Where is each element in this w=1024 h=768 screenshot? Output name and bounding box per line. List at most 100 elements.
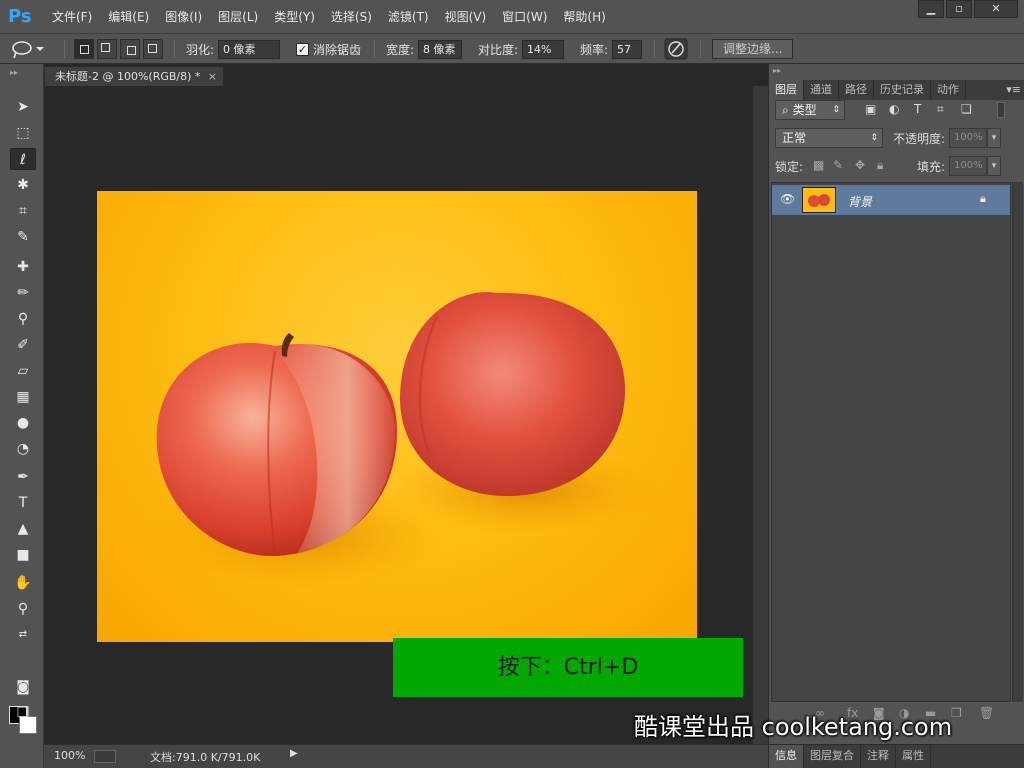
menu-image[interactable]: 图像(I) — [157, 9, 210, 25]
magic-wand-tool-icon[interactable]: ✱ — [10, 174, 36, 196]
filter-type-icon[interactable]: T — [914, 102, 921, 116]
close-button[interactable]: ✕ — [974, 0, 1018, 18]
screen-mode-icon[interactable]: ❐ — [10, 702, 36, 724]
eraser-tool-icon[interactable]: ▱ — [10, 360, 36, 382]
blend-mode-value: 正常 — [782, 131, 807, 145]
fill-dropdown-icon[interactable]: ▾ — [987, 156, 1001, 176]
swap-colors-icon[interactable]: ⇄ — [10, 624, 36, 646]
healing-brush-tool-icon[interactable]: ✚ — [10, 256, 36, 278]
tool-preset-picker[interactable] — [6, 34, 46, 64]
layer-filter-value: 类型 — [792, 103, 817, 117]
menu-type[interactable]: 类型(Y) — [266, 9, 323, 25]
filter-toggle[interactable] — [997, 102, 1005, 118]
filter-pixel-icon[interactable]: ▣ — [865, 102, 876, 116]
vertical-scrollbar[interactable] — [752, 86, 768, 744]
tab-paths[interactable]: 路径 — [839, 80, 874, 100]
layer-name[interactable]: 背景 — [848, 193, 872, 210]
magnetic-lasso-icon — [12, 41, 44, 59]
intersect-selection-button[interactable] — [143, 39, 163, 59]
hand-tool-icon[interactable]: ✋ — [10, 572, 36, 594]
lock-all-icon[interactable]: 🔒︎ — [877, 158, 883, 173]
marquee-tool-icon[interactable]: ⬚ — [10, 122, 36, 144]
tab-notes[interactable]: 注释 — [861, 745, 896, 768]
zoom-tool-icon[interactable]: ⚲ — [10, 598, 36, 620]
tab-layers[interactable]: 图层 — [769, 80, 804, 100]
contrast-input[interactable]: 14% — [522, 39, 565, 59]
history-brush-tool-icon[interactable]: ✐ — [10, 334, 36, 356]
minimize-button[interactable]: ▁ — [918, 0, 944, 18]
separator — [700, 40, 701, 58]
filter-smart-object-icon[interactable]: ❏ — [961, 102, 972, 116]
fill-input[interactable]: 100% — [949, 156, 987, 176]
selection-mode-group — [74, 34, 166, 64]
quick-mask-icon[interactable]: ◙ — [10, 676, 36, 698]
pen-pressure-button[interactable] — [664, 34, 688, 64]
separator — [374, 40, 375, 58]
new-selection-button[interactable] — [74, 39, 94, 59]
subtract-selection-button[interactable] — [120, 39, 140, 59]
layer-filter-select[interactable]: ⌕ 类型 ⇕ — [775, 100, 845, 120]
brush-tool-icon[interactable]: ✏ — [10, 282, 36, 304]
clone-stamp-tool-icon[interactable]: ⚲ — [10, 308, 36, 330]
opacity-dropdown-icon[interactable]: ▾ — [987, 128, 1001, 148]
gradient-tool-icon[interactable]: ▦ — [10, 386, 36, 408]
width-input[interactable]: 8 像素 — [418, 39, 463, 59]
status-preview-icon[interactable] — [94, 750, 116, 763]
lock-position-icon[interactable]: ✥ — [855, 158, 865, 172]
antialias-checkbox[interactable]: ✓ — [296, 42, 309, 56]
filter-adjustment-icon[interactable]: ◐ — [889, 102, 899, 116]
crop-tool-icon[interactable]: ⌗ — [10, 200, 36, 222]
move-tool-icon[interactable]: ➤ — [10, 96, 36, 118]
menu-layer[interactable]: 图层(L) — [210, 9, 266, 25]
fill-label: 填充: — [917, 160, 946, 174]
delete-layer-icon[interactable]: 🗑︎ — [979, 706, 994, 720]
layers-scrollbar[interactable] — [1012, 182, 1023, 702]
menu-file[interactable]: 文件(F) — [44, 9, 100, 25]
menu-select[interactable]: 选择(S) — [323, 9, 380, 25]
zoom-level[interactable]: 100% — [54, 749, 85, 762]
toolbox-grip[interactable]: ▸▸ — [10, 68, 18, 77]
close-document-icon[interactable]: × — [208, 67, 217, 86]
panel-collapse-icon[interactable]: ▸▸ — [773, 66, 781, 75]
filter-shape-icon[interactable]: ⌗ — [937, 102, 944, 117]
lasso-tool-icon[interactable]: ℓ — [10, 148, 36, 170]
blur-tool-icon[interactable]: ● — [10, 412, 36, 434]
tab-layer-comps[interactable]: 图层复合 — [804, 745, 861, 768]
refine-edge-button[interactable]: 调整边缘... — [712, 39, 794, 59]
menu-help[interactable]: 帮助(H) — [555, 9, 613, 25]
frequency-input[interactable]: 57 — [612, 39, 643, 59]
menu-edit[interactable]: 编辑(E) — [100, 9, 157, 25]
dodge-tool-icon[interactable]: ◔ — [10, 438, 36, 460]
chevron-updown-icon: ⇕ — [870, 133, 878, 143]
layer-row-background[interactable]: 👁︎ 背景 🔒︎ — [772, 185, 1010, 215]
separator — [654, 40, 655, 58]
menu-view[interactable]: 视图(V) — [437, 9, 495, 25]
restore-button[interactable]: ▫ — [946, 0, 972, 18]
tab-info[interactable]: 信息 — [769, 745, 804, 768]
feather-input[interactable]: 0 像素 — [218, 39, 281, 59]
visibility-eye-icon[interactable]: 👁︎ — [780, 192, 795, 206]
pen-tool-icon[interactable]: ✒ — [10, 466, 36, 488]
panel-menu-icon[interactable]: ▾≡ — [1006, 80, 1024, 100]
layer-thumbnail — [802, 187, 836, 213]
path-selection-tool-icon[interactable]: ▲ — [10, 518, 36, 540]
photoshop-logo: Ps — [8, 6, 32, 27]
tab-channels[interactable]: 通道 — [804, 80, 839, 100]
menu-window[interactable]: 窗口(W) — [494, 9, 555, 25]
contrast-label: 对比度: — [478, 42, 519, 57]
type-tool-icon[interactable]: T — [10, 492, 36, 514]
tab-actions[interactable]: 动作 — [931, 80, 966, 100]
document-canvas-image[interactable] — [97, 191, 697, 642]
eyedropper-tool-icon[interactable]: ✎ — [10, 226, 36, 248]
tab-history[interactable]: 历史记录 — [874, 80, 931, 100]
menu-filter[interactable]: 滤镜(T) — [380, 9, 437, 25]
add-selection-button[interactable] — [97, 39, 117, 59]
blend-mode-select[interactable]: 正常 ⇕ — [775, 128, 883, 148]
status-menu-arrow-icon[interactable]: ▶ — [290, 748, 298, 759]
opacity-input[interactable]: 100% — [949, 128, 987, 148]
rectangle-tool-icon[interactable]: ■ — [10, 544, 36, 566]
lock-pixels-icon[interactable]: ✎ — [833, 158, 843, 172]
document-tab[interactable]: 未标题-2 @ 100%(RGB/8) * × — [44, 66, 224, 86]
lock-transparent-icon[interactable]: ▩ — [813, 158, 824, 172]
tab-properties[interactable]: 属性 — [896, 745, 931, 768]
